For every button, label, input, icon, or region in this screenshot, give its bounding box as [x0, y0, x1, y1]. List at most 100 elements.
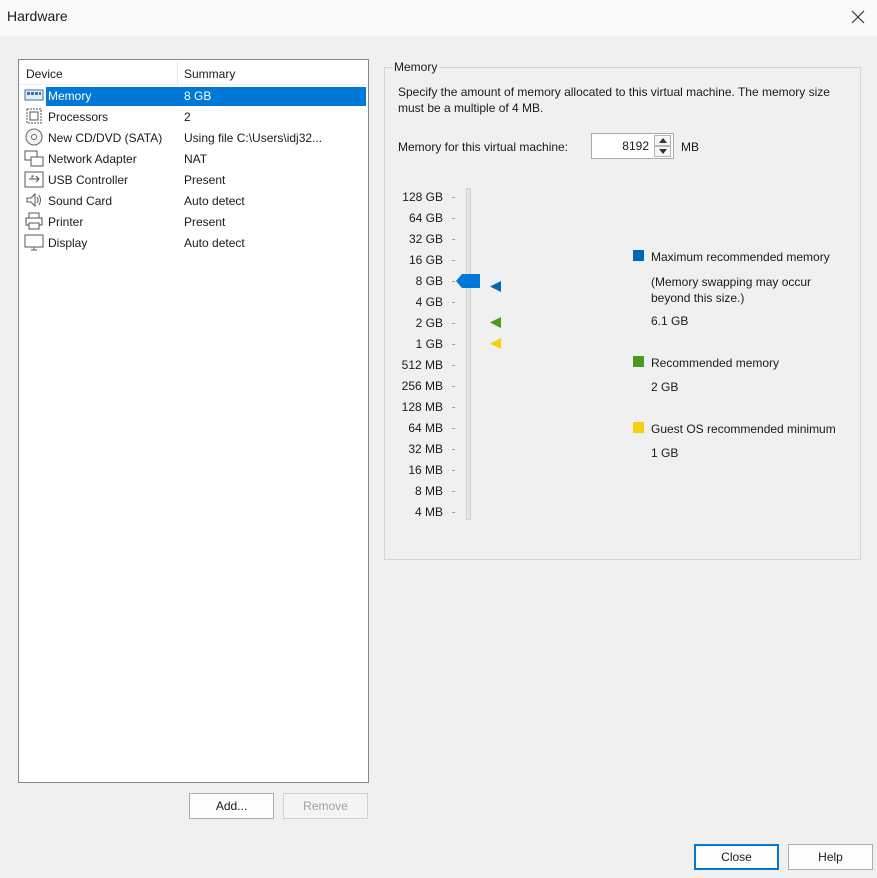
memory-icon: [24, 86, 44, 105]
tick-mark: [452, 491, 455, 492]
device-summary: Auto detect: [184, 194, 245, 208]
device-summary: 8 GB: [184, 89, 212, 103]
column-divider[interactable]: [177, 62, 178, 84]
max-recommended-note: (Memory swapping may occur beyond this s…: [651, 275, 812, 305]
device-name: Display: [48, 236, 88, 250]
device-row-processors[interactable]: Processors 2: [19, 106, 368, 127]
scale-label: 128 MB: [401, 400, 443, 414]
scale-label: 128 GB: [402, 190, 443, 204]
tick-mark: [452, 344, 455, 345]
tick-mark: [452, 449, 455, 450]
max-recommended-marker: [490, 281, 502, 295]
scale-label: 32 MB: [408, 442, 443, 456]
tick-mark: [452, 386, 455, 387]
device-name: Printer: [48, 215, 84, 229]
list-header: Device Summary: [19, 60, 368, 85]
device-summary: NAT: [184, 152, 208, 166]
title-bar: Hardware: [0, 0, 877, 36]
guest-min-value: 1 GB: [651, 446, 679, 460]
tick-mark: [452, 260, 455, 261]
device-name: Network Adapter: [48, 152, 137, 166]
max-recommended-value: 6.1 GB: [651, 314, 689, 328]
column-header-device[interactable]: Device: [26, 67, 63, 81]
scale-label: 4 MB: [414, 505, 443, 519]
tick-mark: [452, 281, 455, 282]
device-name: Sound Card: [48, 194, 113, 208]
tick-mark: [452, 428, 455, 429]
memory-group-title: Memory: [392, 60, 440, 74]
device-row-cd-dvd[interactable]: New CD/DVD (SATA) Using file C:\Users\id…: [19, 127, 368, 148]
max-recommended-swatch: [633, 250, 644, 261]
guest-min-swatch: [633, 422, 644, 433]
device-row-usb-controller[interactable]: USB Controller Present: [19, 169, 368, 190]
device-row-printer[interactable]: Printer Present: [19, 211, 368, 232]
scale-label: 64 MB: [408, 421, 443, 435]
remove-button[interactable]: Remove: [283, 793, 368, 819]
speaker-icon: [24, 191, 44, 210]
help-button[interactable]: Help: [788, 844, 873, 870]
tick-mark: [452, 197, 455, 198]
device-name: USB Controller: [48, 173, 129, 187]
recommended-swatch: [633, 356, 644, 367]
scale-label: 256 MB: [401, 379, 443, 393]
device-list[interactable]: Device Summary Memory 8 GB Processors 2 …: [18, 59, 369, 783]
max-recommended-title: Maximum recommended memory: [651, 250, 830, 264]
device-summary: Auto detect: [184, 236, 245, 250]
tick-mark: [452, 365, 455, 366]
cd-dvd-icon: [24, 128, 44, 147]
network-adapter-icon: [24, 149, 44, 168]
monitor-icon: [24, 233, 44, 252]
tick-mark: [452, 407, 455, 408]
add-button[interactable]: Add...: [189, 793, 274, 819]
scale-label: 64 GB: [408, 211, 443, 225]
scale-label: 512 MB: [401, 358, 443, 372]
scale-label: 1 GB: [415, 337, 443, 351]
processor-icon: [24, 107, 44, 126]
device-name: Processors: [48, 110, 109, 124]
guest-min-marker: [490, 338, 502, 352]
recommended-value: 2 GB: [651, 380, 679, 394]
memory-field-label: Memory for this virtual machine:: [398, 140, 569, 154]
scale-label: 4 GB: [415, 295, 443, 309]
scale-label: 8 GB: [415, 274, 443, 288]
tick-mark: [452, 239, 455, 240]
recommended-title: Recommended memory: [651, 356, 780, 370]
memory-stepper[interactable]: 8192: [591, 133, 674, 159]
tick-mark: [452, 218, 455, 219]
device-name: New CD/DVD (SATA): [48, 131, 163, 145]
close-icon: [851, 10, 865, 24]
device-summary: Using file C:\Users\idj32...: [184, 131, 323, 145]
memory-unit: MB: [681, 140, 699, 154]
scale-label: 32 GB: [408, 232, 443, 246]
increment-button[interactable]: [654, 135, 671, 146]
caret-down-icon: [659, 149, 667, 154]
caret-up-icon: [659, 138, 667, 143]
memory-slider-thumb[interactable]: [456, 274, 482, 291]
device-summary: Present: [184, 215, 226, 229]
memory-scale: 128 GB 64 GB 32 GB 16 GB 8 GB 4 GB 2 GB …: [383, 188, 443, 528]
device-row-memory[interactable]: Memory 8 GB: [19, 85, 368, 106]
column-header-summary[interactable]: Summary: [184, 67, 235, 81]
memory-description: Specify the amount of memory allocated t…: [398, 85, 830, 115]
tick-mark: [452, 302, 455, 303]
decrement-button[interactable]: [654, 146, 671, 157]
scale-label: 8 MB: [414, 484, 443, 498]
recommended-marker: [490, 317, 502, 331]
memory-slider-track[interactable]: [466, 188, 471, 520]
scale-label: 2 GB: [415, 316, 443, 330]
printer-icon: [24, 212, 44, 231]
tick-mark: [452, 512, 455, 513]
scale-label: 16 MB: [408, 463, 443, 477]
memory-input[interactable]: 8192: [622, 139, 649, 153]
window-title: Hardware: [7, 8, 68, 24]
device-row-network-adapter[interactable]: Network Adapter NAT: [19, 148, 368, 169]
guest-min-title: Guest OS recommended minimum: [651, 422, 836, 436]
scale-label: 16 GB: [408, 253, 443, 267]
device-name: Memory: [48, 89, 92, 103]
window-close-button[interactable]: [845, 4, 871, 30]
tick-mark: [452, 323, 455, 324]
tick-mark: [452, 470, 455, 471]
device-row-display[interactable]: Display Auto detect: [19, 232, 368, 253]
close-button[interactable]: Close: [694, 844, 779, 870]
device-row-sound-card[interactable]: Sound Card Auto detect: [19, 190, 368, 211]
